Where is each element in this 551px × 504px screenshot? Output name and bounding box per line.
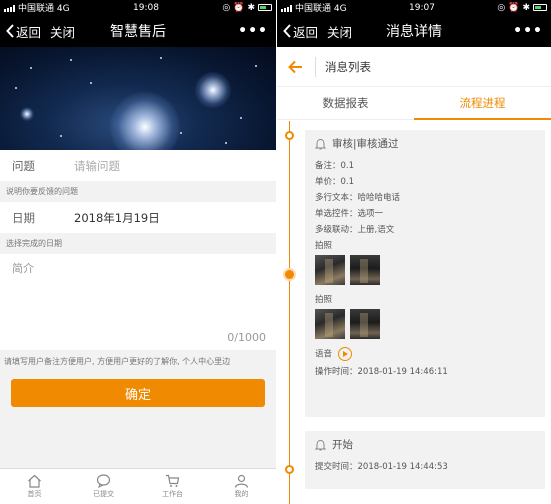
bluetooth-icon: ✱ bbox=[522, 2, 530, 13]
question-label: 问题 bbox=[12, 158, 35, 173]
tab-home[interactable]: 首页 bbox=[0, 469, 69, 504]
photo-label: 拍照 bbox=[315, 295, 333, 305]
tab-process[interactable]: 流程进程 bbox=[414, 87, 551, 120]
field-cascade: 多级联动：上册,语文 bbox=[315, 225, 395, 235]
battery-icon bbox=[533, 4, 547, 11]
play-icon[interactable] bbox=[338, 347, 353, 361]
nav-bar: 返回 关闭 消息详情 ••• bbox=[277, 15, 551, 47]
question-input[interactable]: 请输问题 bbox=[74, 158, 120, 174]
tab-mine-label: 我的 bbox=[234, 490, 249, 498]
confirm-button[interactable]: 确定 bbox=[11, 379, 265, 407]
left-phone-screen: 中国联通 4G 19:08 ◎ ⏰ ✱ 返回 关闭 智慧售后 ••• 问题 请输… bbox=[0, 0, 276, 504]
arrow-left-icon bbox=[288, 60, 302, 73]
banner-image bbox=[0, 47, 276, 150]
status-time: 19:08 bbox=[133, 2, 159, 13]
status-bar: 中国联通 4G 19:08 ◎ ⏰ ✱ bbox=[0, 0, 276, 15]
photo-thumbnail[interactable] bbox=[315, 255, 345, 285]
date-label: 日期 bbox=[12, 210, 35, 225]
intro-textarea[interactable]: 简介 0/1000 bbox=[0, 254, 276, 350]
carrier-label: 中国联通 4G bbox=[295, 4, 347, 14]
arrow-left-button[interactable] bbox=[277, 60, 315, 74]
voice-label: 语音 bbox=[315, 349, 333, 360]
home-icon bbox=[28, 474, 41, 488]
page-title: 消息详情 bbox=[386, 24, 442, 40]
voice-row: 语音 bbox=[315, 347, 535, 361]
chat-icon bbox=[96, 474, 111, 488]
more-menu-icon[interactable]: ••• bbox=[238, 23, 268, 39]
field-multiline: 多行文本：哈哈哈电话 bbox=[315, 193, 401, 203]
tab-workbench-label: 工作台 bbox=[162, 490, 183, 498]
tab-workbench[interactable]: 工作台 bbox=[138, 469, 207, 504]
sub-header-title: 消息列表 bbox=[325, 59, 371, 74]
bluetooth-icon: ✱ bbox=[247, 2, 255, 13]
page-title: 智慧售后 bbox=[110, 24, 166, 40]
submit-time: 提交时间：2018-01-19 14:44:53 bbox=[315, 462, 448, 472]
lock-rotation-icon: ◎ bbox=[222, 2, 231, 13]
nav-bar: 返回 关闭 智慧售后 ••• bbox=[0, 15, 276, 47]
date-row[interactable]: 日期 2018年1月19日 bbox=[0, 202, 276, 233]
photo-thumbnail[interactable] bbox=[350, 255, 380, 285]
timeline-card-start: 开始 提交时间：2018-01-19 14:44:53 bbox=[305, 431, 545, 489]
intro-hint: 请填写用户备注方便用户, 方便用户更好的了解你, 个人中心里边 bbox=[4, 357, 231, 366]
back-button[interactable]: 返回 bbox=[0, 22, 41, 41]
user-icon bbox=[234, 474, 249, 488]
char-counter: 0/1000 bbox=[227, 331, 266, 344]
divider bbox=[315, 56, 316, 77]
photo-label: 拍照 bbox=[315, 241, 333, 251]
date-hint: 选择完成的日期 bbox=[0, 233, 276, 254]
carrier-label: 中国联通 4G bbox=[18, 4, 70, 14]
cart-icon bbox=[166, 474, 180, 487]
segment-tabs: 数据报表 流程进程 bbox=[277, 87, 551, 120]
question-hint: 说明你要反馈的问题 bbox=[0, 181, 276, 202]
sub-header: 消息列表 bbox=[277, 47, 551, 87]
timeline: 审核|审核通过 备注：0.1 单价：0.1 多行文本：哈哈哈电话 单选控件：选项… bbox=[277, 121, 551, 504]
signal-icon bbox=[4, 4, 15, 12]
question-row[interactable]: 问题 请输问题 bbox=[0, 150, 276, 181]
bell-icon bbox=[315, 138, 326, 149]
card-header: 审核|审核通过 bbox=[315, 136, 535, 151]
field-remark: 备注：0.1 bbox=[315, 161, 355, 171]
card-title: 开始 bbox=[332, 439, 353, 451]
alarm-icon: ⏰ bbox=[508, 2, 520, 13]
back-label: 返回 bbox=[16, 24, 42, 40]
tab-mine[interactable]: 我的 bbox=[207, 469, 276, 504]
status-bar: 中国联通 4G 19:07 ◎ ⏰ ✱ bbox=[277, 0, 551, 15]
close-button[interactable]: 关闭 bbox=[327, 22, 352, 41]
chevron-left-icon bbox=[6, 24, 14, 38]
photo-group bbox=[315, 309, 535, 339]
timeline-line bbox=[289, 121, 290, 504]
photo-thumbnail[interactable] bbox=[315, 309, 345, 339]
tab-submitted-label: 已提交 bbox=[93, 490, 114, 498]
battery-icon bbox=[258, 4, 272, 11]
photo-group bbox=[315, 255, 535, 285]
back-label: 返回 bbox=[293, 24, 319, 40]
field-radio: 单选控件：选项一 bbox=[315, 209, 384, 219]
chevron-left-icon bbox=[283, 24, 291, 38]
signal-icon bbox=[281, 4, 292, 12]
card-title: 审核|审核通过 bbox=[332, 138, 399, 150]
bell-icon bbox=[315, 439, 326, 450]
field-price: 单价：0.1 bbox=[315, 177, 355, 187]
timeline-node-active bbox=[285, 270, 294, 279]
date-value[interactable]: 2018年1月19日 bbox=[74, 210, 160, 226]
tab-submitted[interactable]: 已提交 bbox=[69, 469, 138, 504]
intro-placeholder: 简介 bbox=[12, 262, 34, 275]
tab-data-report[interactable]: 数据报表 bbox=[277, 87, 414, 119]
tab-home-label: 首页 bbox=[27, 490, 42, 498]
back-button[interactable]: 返回 bbox=[277, 22, 318, 41]
lock-rotation-icon: ◎ bbox=[497, 2, 506, 13]
timeline-node bbox=[285, 131, 294, 140]
operate-time: 操作时间：2018-01-19 14:46:11 bbox=[315, 367, 448, 377]
more-menu-icon[interactable]: ••• bbox=[513, 23, 543, 39]
status-time: 19:07 bbox=[409, 2, 435, 13]
photo-thumbnail[interactable] bbox=[350, 309, 380, 339]
timeline-card-approval: 审核|审核通过 备注：0.1 单价：0.1 多行文本：哈哈哈电话 单选控件：选项… bbox=[305, 130, 545, 417]
timeline-node bbox=[285, 465, 294, 474]
bottom-tab-bar: 首页 已提交 工作台 我的 bbox=[0, 468, 276, 504]
card-header: 开始 bbox=[315, 437, 535, 452]
right-phone-screen: 中国联通 4G 19:07 ◎ ⏰ ✱ 返回 关闭 消息详情 ••• 消息列表 … bbox=[277, 0, 551, 504]
alarm-icon: ⏰ bbox=[233, 2, 245, 13]
close-button[interactable]: 关闭 bbox=[50, 22, 75, 41]
